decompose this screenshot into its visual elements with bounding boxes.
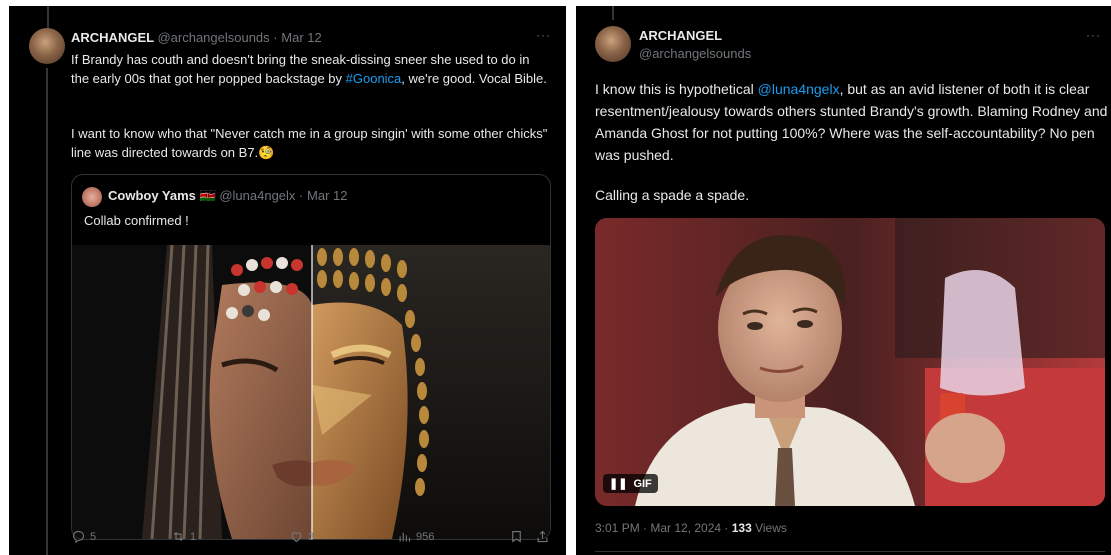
repost-icon <box>173 531 184 542</box>
views-label: Views <box>751 521 787 535</box>
quote-author-handle: @luna4ngelx <box>219 188 296 203</box>
heart-icon <box>291 532 302 543</box>
tweet-actions-bar: 5 1 3 956 <box>71 529 551 549</box>
tweet-meta: 3:01 PM · Mar 12, 2024 · 133 Views <box>595 521 787 535</box>
tweet-timestamp[interactable]: 3:01 PM · Mar 12, 2024 · <box>595 521 732 535</box>
like-count: 3 <box>308 530 315 543</box>
pause-icon[interactable]: ❚❚ <box>609 477 627 490</box>
right-tweet-panel: ARCHANGEL @archangelsounds ··· I know th… <box>576 6 1111 555</box>
quote-date: Mar 12 <box>307 188 348 203</box>
separator-dot: · <box>273 30 278 45</box>
reply-count: 5 <box>90 530 97 543</box>
quote-author-avatar <box>82 187 102 207</box>
author-avatar[interactable] <box>29 28 65 64</box>
left-tweet-panel: ARCHANGEL @archangelsounds · Mar 12 ··· … <box>9 6 566 555</box>
reply-icon <box>72 530 85 544</box>
repost-count: 1 <box>190 530 197 543</box>
divider <box>595 551 1105 552</box>
author-name[interactable]: ARCHANGEL <box>639 28 722 43</box>
gif-label: GIF <box>633 477 652 490</box>
share-icon <box>537 530 548 543</box>
views-button[interactable]: 956 <box>397 529 434 544</box>
bookmark-button[interactable] <box>509 529 524 544</box>
tweet-text-part2: , we're good. Vocal Bible. <box>401 71 547 86</box>
quote-media-image[interactable] <box>72 245 550 539</box>
quote-header: Cowboy Yams 🇰🇪 @luna4ngelx · Mar 12 <box>108 188 347 204</box>
tweet-header: ARCHANGEL @archangelsounds · Mar 12 <box>71 30 322 45</box>
quote-separator: · <box>299 188 304 203</box>
thread-line-top <box>612 6 614 20</box>
quote-text: Collab confirmed ! <box>84 213 189 228</box>
share-button[interactable] <box>535 529 550 544</box>
bookmark-icon <box>512 530 521 543</box>
views-count: 133 <box>731 521 752 535</box>
mention-link[interactable]: @luna4ngelx <box>758 81 840 97</box>
repost-button[interactable]: 1 <box>171 529 196 544</box>
analytics-icon <box>399 532 411 542</box>
tweet-text-paragraph-2: Calling a spade a spade. <box>595 187 750 203</box>
author-handle[interactable]: @archangelsounds <box>639 46 751 61</box>
author-avatar[interactable] <box>595 26 631 62</box>
like-button[interactable]: 3 <box>289 529 314 544</box>
gif-badge[interactable]: ❚❚ GIF <box>603 474 658 493</box>
author-name[interactable]: ARCHANGEL <box>71 30 154 45</box>
more-options-icon[interactable]: ··· <box>536 28 551 42</box>
tweet-date[interactable]: Mar 12 <box>281 30 321 45</box>
reply-button[interactable]: 5 <box>71 529 96 544</box>
gif-scene-illustration <box>595 218 1105 506</box>
tweet-text: I know this is hypothetical @luna4ngelx,… <box>595 78 1109 166</box>
hashtag-link[interactable]: #Goonica <box>346 71 402 86</box>
tweet-text: If Brandy has couth and doesn't bring th… <box>71 50 551 88</box>
quoted-tweet[interactable]: Cowboy Yams 🇰🇪 @luna4ngelx · Mar 12 Coll… <box>71 174 551 540</box>
thread-line <box>46 68 48 555</box>
view-count: 956 <box>416 530 435 543</box>
gif-media[interactable]: ❚❚ GIF <box>595 218 1105 506</box>
tweet-text-part1: I know this is hypothetical <box>595 81 758 97</box>
quote-author-name: Cowboy Yams 🇰🇪 <box>108 188 216 203</box>
tweet-text-paragraph-2: I want to know who that "Never catch me … <box>71 126 548 160</box>
more-options-icon[interactable]: ··· <box>1086 28 1101 42</box>
thread-line-top <box>47 6 49 28</box>
split-portrait-illustration <box>72 245 550 539</box>
author-handle[interactable]: @archangelsounds <box>157 30 269 45</box>
